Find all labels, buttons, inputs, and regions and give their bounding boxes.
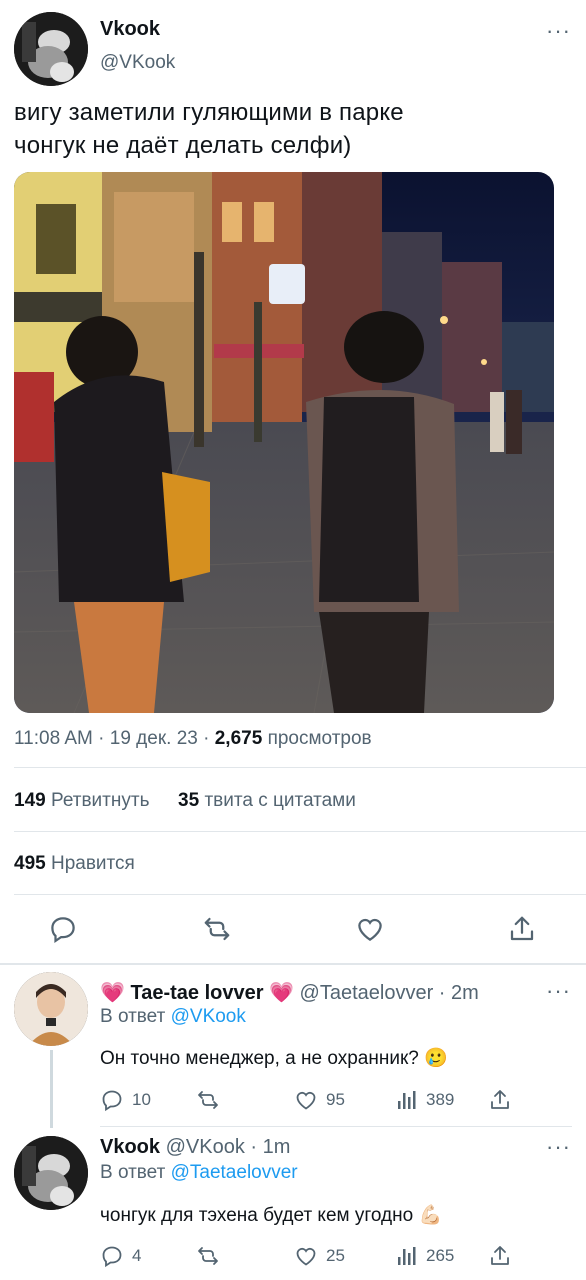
reply-icon [102,1090,122,1112]
retweets-count: 149 [14,790,46,811]
like-icon [296,1247,316,1266]
heart-emoji: 💗 [269,982,294,1004]
quotes-count: 35 [178,790,200,811]
reply-to-label: В ответ [100,1162,166,1183]
reply-count: 10 [132,1090,151,1109]
reply-to: В ответ @Taetaelovver [100,1162,298,1184]
thread-line [50,1050,53,1128]
reply-icon[interactable] [48,914,78,944]
reply-to-handle[interactable]: @Taetaelovver [171,1162,298,1183]
share-icon[interactable] [507,914,537,944]
tweet-text-line-1: вигу заметили гуляющими в парке [14,99,404,126]
user-handle[interactable]: @VKook [166,1136,245,1158]
retweet-icon [198,1091,218,1109]
share-action[interactable] [488,1244,512,1268]
retweet-action[interactable] [196,1244,220,1268]
reply-action[interactable]: 4 [100,1244,141,1268]
retweet-stats: 149 Ретвитнуть 35 твита с цитатами [14,790,356,812]
tweet-meta: 11:08 AM · 19 дек. 23 · 2,675 просмотров [14,728,372,749]
like-icon [296,1091,316,1110]
share-icon [491,1090,509,1109]
views-icon [398,1247,416,1265]
thread-divider [0,963,586,965]
display-name[interactable]: Tae-tae lovver [130,982,263,1004]
reply-to-label: В ответ [100,1006,166,1027]
avatar[interactable] [14,12,88,86]
tweet-text-line-2: чонгук не даёт делать селфи) [14,132,352,159]
display-name[interactable]: Vkook [100,18,160,41]
views-count: 389 [426,1090,455,1109]
heart-emoji: 💗 [100,982,125,1004]
quotes-link[interactable]: 35 твита с цитатами [178,790,356,811]
views-count: 2,675 [214,728,263,749]
reply-count: 4 [132,1246,142,1265]
reply-to-handle[interactable]: @VKook [171,1006,246,1027]
display-name[interactable]: Vkook [100,1136,160,1158]
tweet-date[interactable]: 19 дек. 23 [110,728,198,749]
likes-label: Нравится [50,853,135,874]
views-count: 265 [426,1246,455,1265]
like-count: 25 [326,1246,345,1265]
reply-header: Vkook @VKook · 1m [100,1136,291,1158]
reply-text: чонгук для тэхена будет кем угодно 💪🏻 [100,1205,443,1226]
like-action[interactable]: 95 [294,1088,345,1112]
reply-time[interactable]: 2m [451,982,479,1004]
like-icon[interactable] [355,914,385,944]
reply-text: Он точно менеджер, а не охранник? 🥲 [100,1048,448,1069]
retweet-icon [198,1247,218,1265]
views-action[interactable]: 265 [394,1244,454,1268]
share-icon [491,1246,509,1265]
reply-time[interactable]: 1m [263,1136,291,1158]
more-options-icon[interactable]: ··· [546,980,571,1002]
divider [14,894,586,895]
retweets-link[interactable]: 149 Ретвитнуть [14,790,155,811]
quotes-label: твита с цитатами [204,790,356,811]
retweet-action[interactable] [196,1088,220,1112]
like-count: 95 [326,1090,345,1109]
tweet-text: вигу заметили гуляющими в парке чонгук н… [14,96,574,162]
views-label: просмотров [267,728,372,749]
reply-to: В ответ @VKook [100,1006,246,1028]
like-action[interactable]: 25 [294,1244,345,1268]
tweet-photo[interactable] [14,172,554,713]
likes-link[interactable]: 495 Нравится [14,853,135,875]
avatar[interactable] [14,1136,88,1210]
avatar[interactable] [14,972,88,1046]
reply-header: 💗 Tae-tae lovver 💗 @Taetaelovver · 2m [100,982,479,1004]
retweet-icon[interactable] [202,914,232,944]
tweet-time[interactable]: 11:08 AM [14,728,93,749]
more-options-icon[interactable]: ··· [546,20,571,42]
views-icon [398,1091,416,1109]
views-action[interactable]: 389 [394,1088,454,1112]
divider [14,767,586,768]
likes-count: 495 [14,853,46,874]
divider [14,831,586,832]
user-handle[interactable]: @VKook [100,52,175,74]
share-action[interactable] [488,1088,512,1112]
user-handle[interactable]: @Taetaelovver [300,982,434,1004]
more-options-icon[interactable]: ··· [546,1136,571,1158]
reply-icon [102,1246,122,1268]
divider [100,1126,572,1127]
reply-action[interactable]: 10 [100,1088,151,1112]
retweets-label: Ретвитнуть [50,790,150,811]
